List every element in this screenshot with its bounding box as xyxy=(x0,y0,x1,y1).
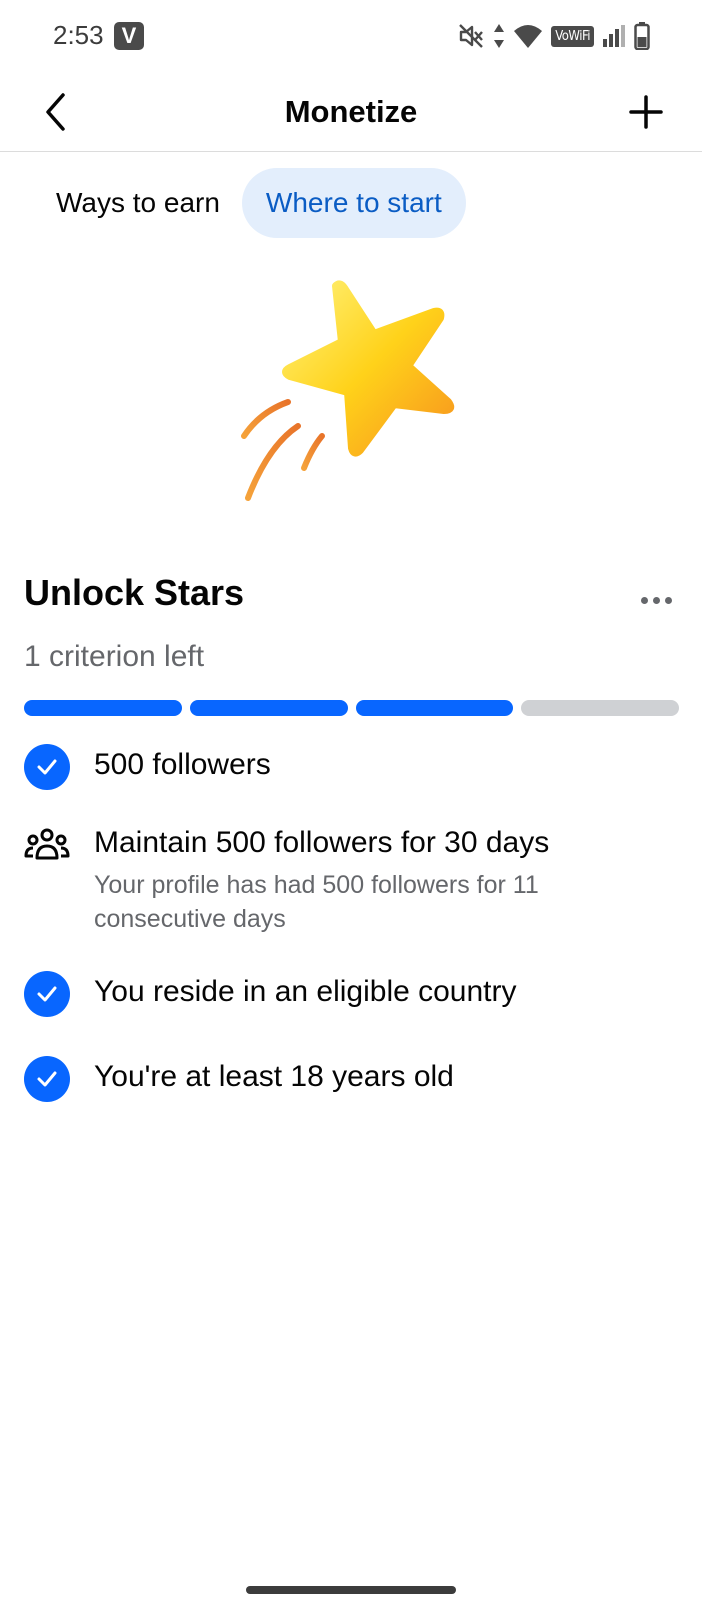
page-title: Monetize xyxy=(284,94,418,129)
progress-segment-complete xyxy=(24,700,182,716)
criterion-text: You're at least 18 years old xyxy=(94,1060,454,1093)
signal-icon xyxy=(603,25,625,47)
plus-icon xyxy=(629,95,663,129)
app-notification-icon: V xyxy=(114,22,144,50)
more-dots-icon xyxy=(640,596,648,604)
vowifi-icon: VoWiFi xyxy=(551,25,594,47)
progress-segment-remaining xyxy=(521,700,679,716)
home-indicator[interactable] xyxy=(246,1586,456,1594)
more-dot xyxy=(664,596,672,604)
progress-segment-complete xyxy=(189,700,348,716)
app-header: Monetize xyxy=(0,72,702,152)
status-time: 2:53 xyxy=(53,20,104,50)
check-circle-icon xyxy=(24,744,70,790)
criterion-detail: Your profile has had 500 followers for 1… xyxy=(94,871,539,933)
battery-icon xyxy=(634,22,650,50)
more-options-button[interactable] xyxy=(634,582,678,618)
mute-icon xyxy=(459,24,484,48)
check-circle-icon xyxy=(24,971,70,1017)
tab-bar: Ways to earn Where to start xyxy=(38,168,466,238)
people-group-icon xyxy=(24,822,70,868)
criterion-text: Maintain 500 followers for 30 days xyxy=(94,826,550,859)
check-circle-icon xyxy=(24,1056,70,1102)
progress-bar xyxy=(24,700,679,716)
add-button[interactable] xyxy=(620,86,672,138)
more-dot xyxy=(652,596,660,604)
criterion-text: You reside in an eligible country xyxy=(94,975,517,1008)
criteria-remaining: 1 criterion left xyxy=(24,640,205,673)
data-arrows-icon xyxy=(494,24,505,48)
section-title: Unlock Stars xyxy=(24,572,245,613)
status-bar: 2:53 V VoWiFi xyxy=(0,0,702,72)
status-icons: VoWiFi xyxy=(457,18,650,54)
shooting-star-icon xyxy=(241,280,455,501)
wifi-icon xyxy=(514,25,543,48)
criterion-text: 500 followers xyxy=(94,748,271,781)
tab-ways-to-earn[interactable]: Ways to earn xyxy=(38,168,238,238)
progress-segment-complete xyxy=(355,700,514,716)
tab-where-to-start[interactable]: Where to start xyxy=(241,168,466,238)
